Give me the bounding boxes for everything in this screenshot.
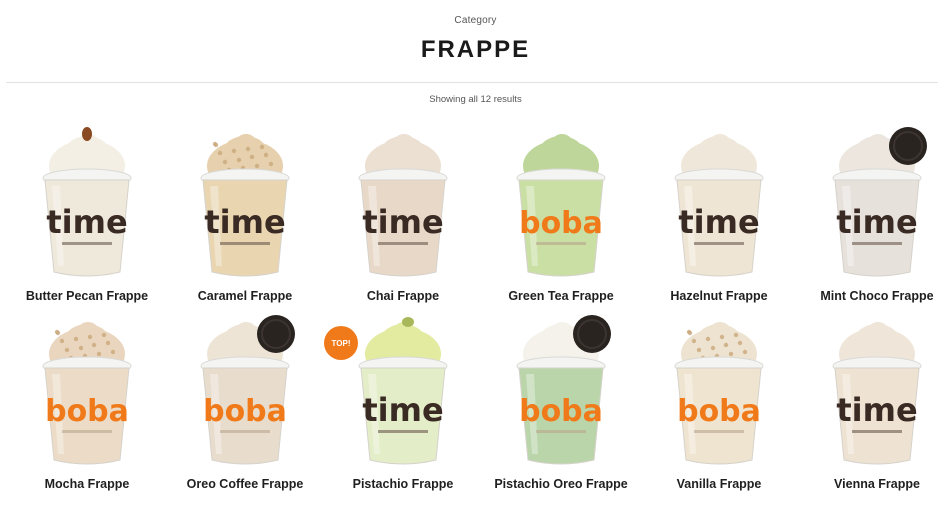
product-card[interactable]: boba Oreo Coffee Frappe	[170, 314, 320, 504]
top-badge: TOP!	[324, 326, 358, 360]
product-card[interactable]: time Chai Frappe	[328, 126, 478, 316]
product-image[interactable]: time	[22, 126, 152, 281]
result-count: Showing all 12 results	[429, 94, 522, 105]
product-image[interactable]: time	[812, 314, 942, 469]
header-divider	[6, 82, 938, 83]
svg-text:boba: boba	[45, 394, 129, 429]
product-name[interactable]: Mint Choco Frappe	[792, 289, 951, 303]
product-image[interactable]: time	[338, 126, 468, 281]
product-image[interactable]: boba	[22, 314, 152, 469]
page-title: FRAPPE	[420, 36, 531, 63]
product-image[interactable]: boba	[654, 314, 784, 469]
product-card[interactable]: boba Green Tea Frappe	[486, 126, 636, 316]
product-grid: time Butter Pecan Frappe time Caramel Frapp…	[0, 118, 951, 508]
product-name[interactable]: Green Tea Frappe	[476, 289, 646, 303]
product-card[interactable]: time Caramel Frappe	[170, 126, 320, 316]
svg-text:time: time	[46, 203, 127, 241]
product-name[interactable]: Vanilla Frappe	[634, 477, 804, 491]
svg-text:boba: boba	[519, 394, 603, 429]
product-name[interactable]: Hazelnut Frappe	[634, 289, 804, 303]
product-name[interactable]: Caramel Frappe	[160, 289, 330, 303]
product-card[interactable]: time Butter Pecan Frappe	[12, 126, 162, 316]
product-image[interactable]: time	[812, 126, 942, 281]
svg-text:time: time	[678, 203, 759, 241]
product-card[interactable]: time Mint Choco Frappe	[802, 126, 951, 316]
product-image[interactable]: boba	[496, 126, 626, 281]
product-card[interactable]: time TOP! Pistachio Frappe	[324, 314, 478, 504]
product-image[interactable]: time	[338, 314, 468, 469]
product-card[interactable]: boba Vanilla Frappe	[644, 314, 794, 504]
svg-text:time: time	[836, 391, 917, 429]
product-name[interactable]: Vienna Frappe	[792, 477, 951, 491]
product-name[interactable]: Chai Frappe	[318, 289, 488, 303]
product-image[interactable]: time	[180, 126, 310, 281]
svg-text:boba: boba	[203, 394, 287, 429]
product-name[interactable]: Pistachio Frappe	[318, 477, 488, 491]
product-card[interactable]: time Hazelnut Frappe	[644, 126, 794, 316]
product-name[interactable]: Mocha Frappe	[2, 477, 172, 491]
product-name[interactable]: Oreo Coffee Frappe	[160, 477, 330, 491]
product-card[interactable]: boba Pistachio Oreo Frappe	[486, 314, 636, 504]
product-image[interactable]: time	[654, 126, 784, 281]
product-card[interactable]: boba Mocha Frappe	[12, 314, 162, 504]
product-image[interactable]: boba	[180, 314, 310, 469]
product-name[interactable]: Pistachio Oreo Frappe	[476, 477, 646, 491]
product-name[interactable]: Butter Pecan Frappe	[2, 289, 172, 303]
svg-text:boba: boba	[519, 206, 603, 241]
svg-text:time: time	[204, 203, 285, 241]
product-image[interactable]: boba	[496, 314, 626, 469]
svg-text:time: time	[362, 391, 443, 429]
svg-text:time: time	[836, 203, 917, 241]
product-card[interactable]: time Vienna Frappe	[802, 314, 951, 504]
svg-text:boba: boba	[677, 394, 761, 429]
breadcrumb[interactable]: Category	[0, 15, 951, 26]
svg-text:time: time	[362, 203, 443, 241]
